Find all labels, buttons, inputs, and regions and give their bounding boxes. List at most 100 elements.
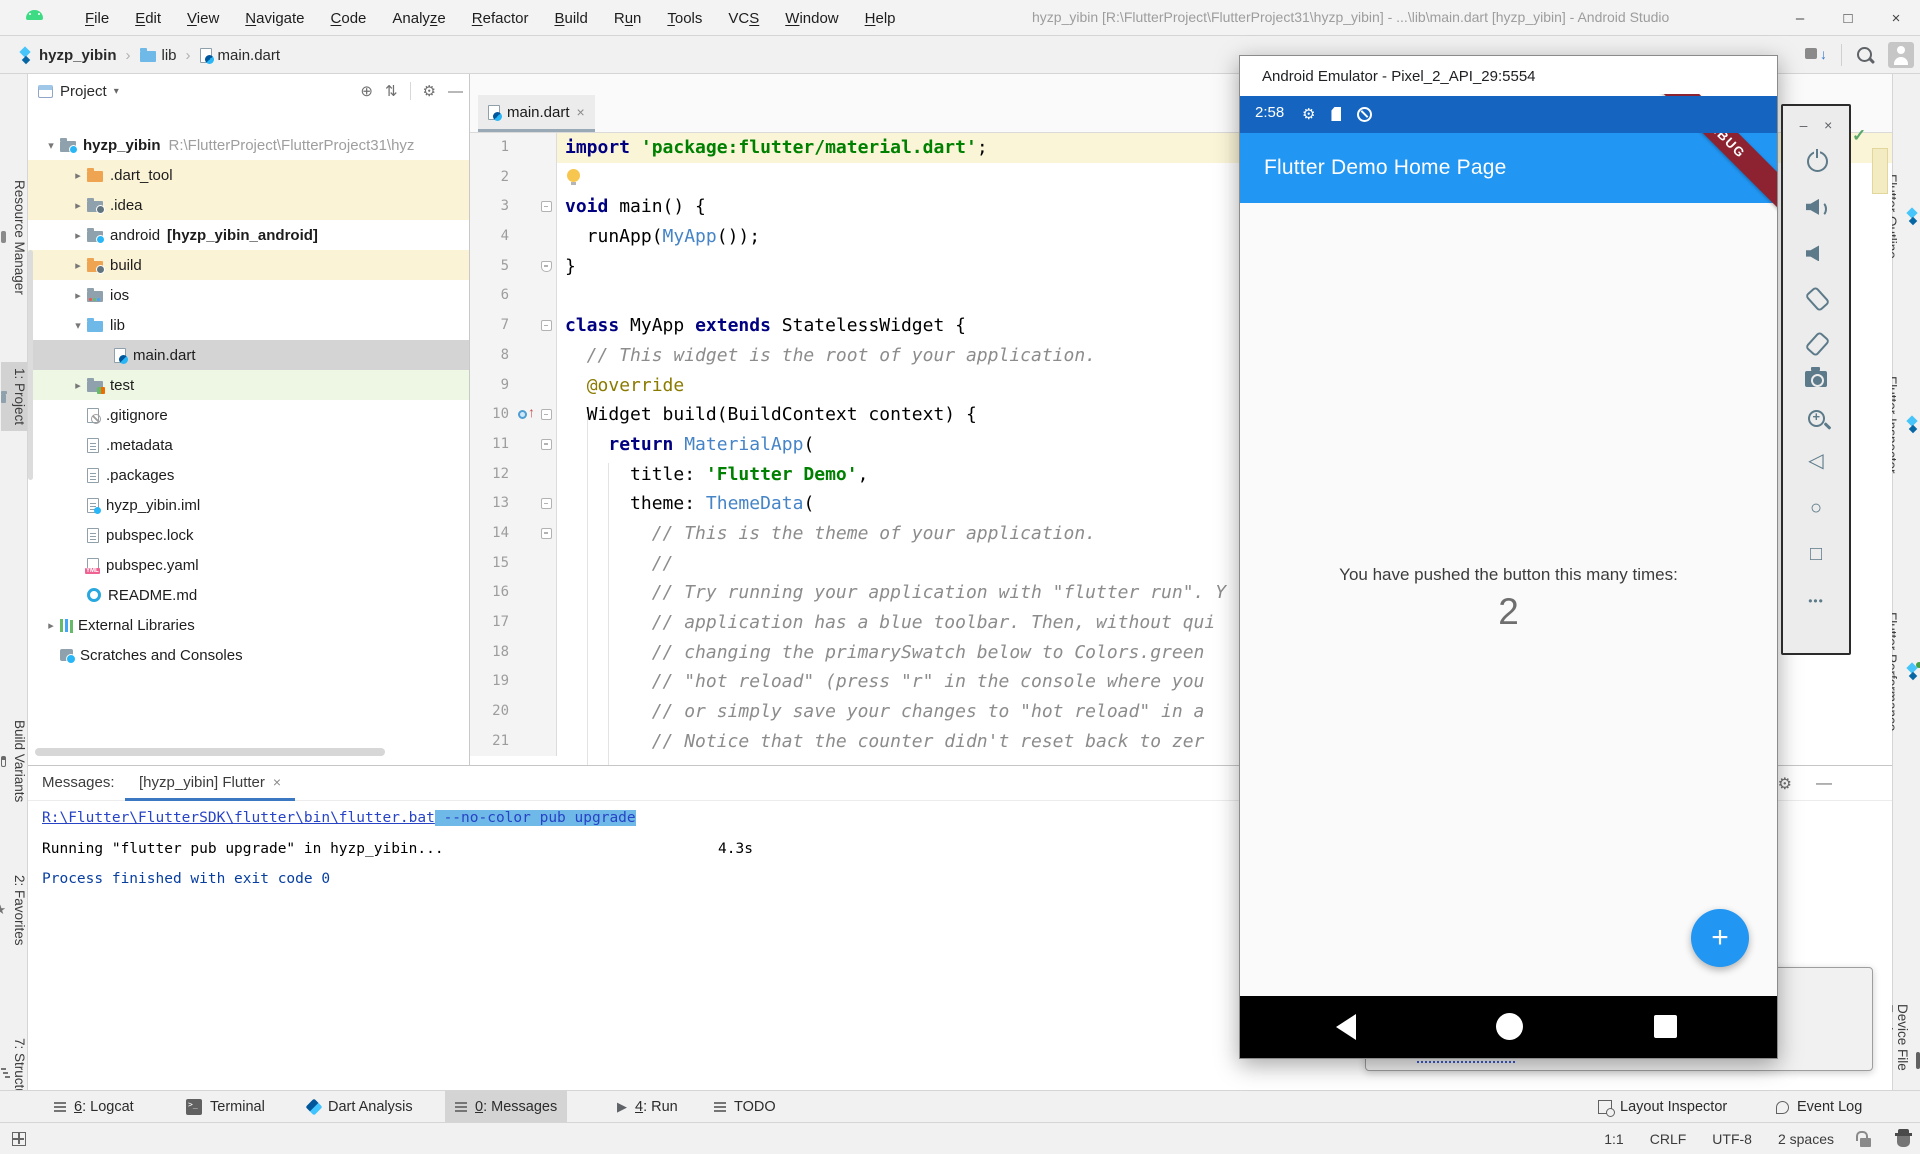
emu-volume-up-button[interactable]: [1804, 195, 1828, 219]
tool-tab-6-logcat[interactable]: 6: Logcat: [44, 1091, 144, 1123]
menu-file[interactable]: File: [72, 10, 122, 27]
tool-window-switcher-icon[interactable]: [12, 1132, 26, 1146]
tab-main-dart[interactable]: main.dart ×: [478, 95, 595, 132]
menu-refactor[interactable]: Refactor: [459, 10, 542, 27]
tree-item-pubspec-lock[interactable]: pubspec.lock: [28, 520, 469, 550]
gear-icon[interactable]: ⚙: [423, 82, 436, 100]
profile-avatar[interactable]: [1888, 42, 1914, 68]
maximize-button[interactable]: □: [1824, 0, 1872, 36]
tree-item-scratches-and-consoles[interactable]: Scratches and Consoles: [28, 640, 469, 670]
tree-expand-arrow[interactable]: ▸: [69, 379, 87, 392]
nav-home-button[interactable]: [1496, 1013, 1523, 1040]
breadcrumb-item-lib[interactable]: lib: [140, 47, 177, 64]
collapse-all-icon[interactable]: ⇅: [385, 82, 398, 100]
tool-strip-1-project[interactable]: 1: Project: [1, 362, 27, 431]
tree-item-external-libraries[interactable]: ▸External Libraries: [28, 610, 469, 640]
emu-back-button[interactable]: ◁: [1804, 449, 1828, 473]
chevron-down-icon[interactable]: ▾: [114, 86, 119, 97]
override-marker-icon[interactable]: [518, 410, 527, 419]
menu-analyze[interactable]: Analyze: [379, 10, 458, 27]
tool-strip-flutter-outline[interactable]: Flutter Outline: [1894, 168, 1920, 265]
tool-tab-dart-analysis[interactable]: Dart Analysis: [298, 1091, 423, 1123]
tree-item--metadata[interactable]: .metadata: [28, 430, 469, 460]
tree-expand-arrow[interactable]: ▸: [69, 289, 87, 302]
emu-more-button[interactable]: •••: [1804, 589, 1828, 613]
hide-panel-icon[interactable]: —: [1816, 775, 1832, 793]
emu-home-button[interactable]: ○: [1804, 496, 1828, 520]
tree-item-readme-md[interactable]: README.md: [28, 580, 469, 610]
sdk-manager-icon[interactable]: [1805, 46, 1827, 64]
tree-item--idea[interactable]: ▸.idea: [28, 190, 469, 220]
tree-expand-arrow[interactable]: ▸: [69, 259, 87, 272]
tool-tab-0-messages[interactable]: 0: Messages: [445, 1091, 567, 1123]
increment-fab-button[interactable]: +: [1691, 909, 1749, 967]
emu-zoom-button[interactable]: [1808, 410, 1825, 427]
nav-back-button[interactable]: [1336, 1014, 1356, 1040]
tree-expand-arrow[interactable]: ▸: [69, 169, 87, 182]
fold-marker[interactable]: [541, 201, 552, 212]
tree-item-hyzp-yibin-iml[interactable]: hyzp_yibin.iml: [28, 490, 469, 520]
tool-tab-todo[interactable]: TODO: [704, 1091, 786, 1123]
locate-file-icon[interactable]: ⊕: [360, 82, 373, 100]
minimize-button[interactable]: –: [1776, 0, 1824, 36]
status-item-utf-8[interactable]: UTF-8: [1712, 1131, 1752, 1147]
tree-item-main-dart[interactable]: main.dart: [28, 340, 469, 370]
emu-rotate-right-button[interactable]: [1805, 330, 1831, 356]
tool-strip-2-favorites[interactable]: 2: Favorites★: [1, 869, 27, 952]
fold-marker[interactable]: [541, 409, 552, 420]
project-vertical-scrollbar[interactable]: [28, 250, 33, 480]
tool-tab-layout-inspector[interactable]: Layout Inspector: [1588, 1091, 1737, 1123]
menu-help[interactable]: Help: [852, 10, 909, 27]
close-button[interactable]: ×: [1872, 0, 1920, 36]
menu-window[interactable]: Window: [772, 10, 851, 27]
emulator-minimize-button[interactable]: –: [1800, 117, 1808, 133]
fold-marker[interactable]: [541, 320, 552, 331]
breadcrumb-item-main.dart[interactable]: main.dart: [200, 47, 281, 64]
status-item-1-1[interactable]: 1:1: [1604, 1131, 1623, 1147]
tool-strip-resource-manager[interactable]: Resource Manager: [1, 174, 27, 301]
tree-expand-arrow[interactable]: ▾: [69, 319, 87, 332]
close-icon[interactable]: ×: [577, 104, 585, 120]
fold-marker[interactable]: [541, 261, 552, 272]
tree-item-pubspec-yaml[interactable]: pubspec.yaml: [28, 550, 469, 580]
menu-run[interactable]: Run: [601, 10, 655, 27]
emulator-close-button[interactable]: ×: [1824, 117, 1832, 133]
search-everywhere-icon[interactable]: [1856, 46, 1874, 64]
status-item-crlf[interactable]: CRLF: [1650, 1131, 1687, 1147]
tool-tab-4-run[interactable]: ▶4: Run: [607, 1091, 688, 1123]
tree-item-android[interactable]: ▸android[hyzp_yibin_android]: [28, 220, 469, 250]
emulator-title-bar[interactable]: Android Emulator - Pixel_2_API_29:5554: [1240, 56, 1777, 96]
tree-item-build[interactable]: ▸build: [28, 250, 469, 280]
tool-strip-flutter-inspector[interactable]: Flutter Inspector: [1894, 370, 1920, 480]
fold-marker[interactable]: [541, 528, 552, 539]
tree-item-hyzp-yibin[interactable]: ▾hyzp_yibinR:\FlutterProject\FlutterProj…: [28, 130, 469, 160]
emu-overview-button[interactable]: □: [1804, 542, 1828, 566]
tree-expand-arrow[interactable]: ▸: [69, 229, 87, 242]
intention-bulb-icon[interactable]: [567, 169, 580, 182]
menu-code[interactable]: Code: [318, 10, 380, 27]
nav-overview-button[interactable]: [1654, 1015, 1677, 1038]
menu-view[interactable]: View: [174, 10, 232, 27]
tool-strip-flutter-performance[interactable]: Flutter Performance: [1894, 606, 1920, 737]
menu-build[interactable]: Build: [541, 10, 600, 27]
tree-item-test[interactable]: ▸test: [28, 370, 469, 400]
project-horizontal-scrollbar[interactable]: [35, 748, 385, 756]
tree-item--packages[interactable]: .packages: [28, 460, 469, 490]
tree-item--gitignore[interactable]: .gitignore: [28, 400, 469, 430]
tree-item-ios[interactable]: ▸ios: [28, 280, 469, 310]
menu-navigate[interactable]: Navigate: [232, 10, 317, 27]
status-item-2-spaces[interactable]: 2 spaces: [1778, 1131, 1834, 1147]
console-link[interactable]: R:\Flutter\FlutterSDK\flutter\bin\flutte…: [42, 810, 435, 826]
menu-edit[interactable]: Edit: [122, 10, 174, 27]
menu-vcs[interactable]: VCS: [715, 10, 772, 27]
hide-panel-icon[interactable]: —: [448, 83, 463, 100]
project-panel-title[interactable]: Project: [60, 83, 107, 100]
tree-expand-arrow[interactable]: ▸: [69, 199, 87, 212]
close-icon[interactable]: ×: [273, 774, 281, 790]
fold-marker[interactable]: [541, 498, 552, 509]
emu-power-button[interactable]: [1807, 151, 1828, 172]
tree-expand-arrow[interactable]: ▾: [42, 139, 60, 152]
tree-item--dart-tool[interactable]: ▸.dart_tool: [28, 160, 469, 190]
menu-tools[interactable]: Tools: [654, 10, 715, 27]
breadcrumb-item-hyzp_yibin[interactable]: hyzp_yibin: [18, 47, 117, 64]
